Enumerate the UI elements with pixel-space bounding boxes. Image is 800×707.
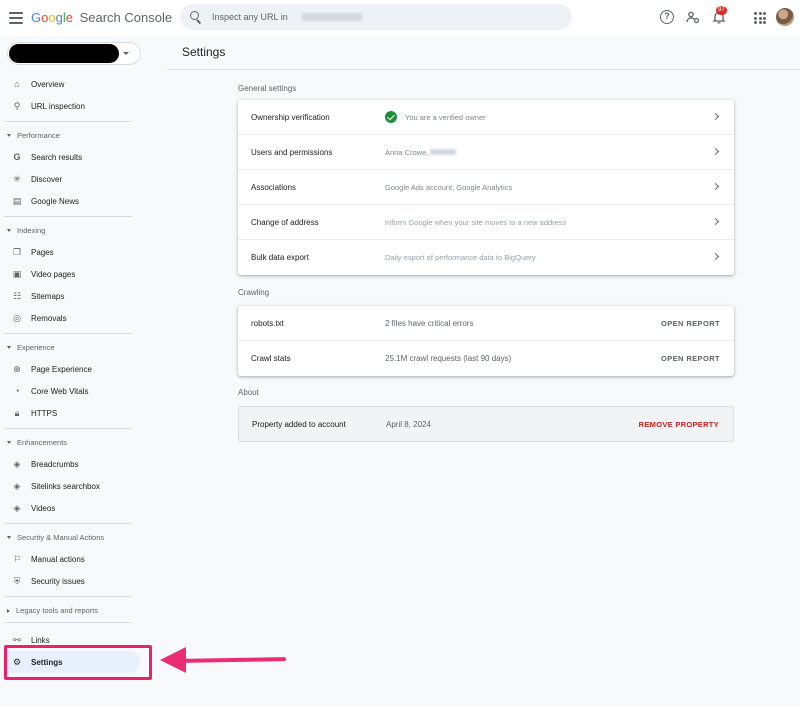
search-input[interactable] [212, 12, 302, 22]
sidebar-item-search-results[interactable]: G Search results [4, 146, 140, 168]
divider [4, 121, 132, 122]
divider [4, 428, 132, 429]
settings-row-change-of-address[interactable]: Change of address Inform Google when you… [238, 205, 734, 240]
divider [4, 216, 132, 217]
sidebar-item-https[interactable]: 🔒︎ HTTPS [4, 402, 140, 424]
sidebar-item-videos[interactable]: ◈ Videos [4, 497, 140, 519]
verified-check-icon [385, 111, 397, 123]
google-wordmark: Google [31, 10, 73, 25]
google-g-icon: G [13, 152, 21, 162]
sidebar-item-overview[interactable]: ⌂ Overview [4, 73, 140, 95]
eye-off-icon: ◎ [13, 313, 21, 323]
plus-circle-icon: ⊕ [13, 364, 21, 374]
section-security-manual-actions[interactable]: Security & Manual Actions [7, 533, 104, 542]
property-selector[interactable] [7, 42, 141, 65]
top-app-bar: Google Search Console ? 97 [0, 0, 800, 36]
section-performance[interactable]: Performance [7, 131, 60, 140]
divider [167, 69, 800, 70]
manage-users-icon[interactable] [686, 10, 700, 24]
search-icon [190, 11, 202, 23]
open-report-button[interactable]: OPEN REPORT [661, 354, 720, 363]
blurred-user-name [430, 149, 457, 155]
chevron-right-icon [711, 147, 720, 156]
blurred-domain [302, 13, 362, 21]
settings-row-bulk-data-export[interactable]: Bulk data export Daily export of perform… [238, 240, 734, 275]
settings-row-users-permissions[interactable]: Users and permissions Anna Crowe, [238, 135, 734, 170]
search-icon: ⚲ [13, 101, 21, 111]
product-name: Search Console [79, 10, 173, 25]
shield-icon: ⛨ [13, 576, 21, 586]
crawling-label: Crawling [238, 288, 270, 297]
asterisk-icon: ✳ [13, 174, 21, 184]
remove-property-button[interactable]: REMOVE PROPERTY [639, 420, 719, 429]
sidebar-item-removals[interactable]: ◎ Removals [4, 307, 140, 329]
sidebar-item-pages[interactable]: ❐ Pages [4, 241, 140, 263]
section-experience[interactable]: Experience [7, 343, 55, 352]
general-settings-label: General settings [238, 84, 297, 93]
chevron-down-icon [123, 52, 129, 55]
layers-icon: ◈ [13, 503, 21, 513]
notification-badge: 97 [716, 6, 727, 15]
gauge-icon: ◔ [14, 386, 20, 396]
sidebar-item-breadcrumbs[interactable]: ◈ Breadcrumbs [4, 453, 140, 475]
sidebar-item-security-issues[interactable]: ⛨ Security issues [4, 570, 140, 592]
open-report-button[interactable]: OPEN REPORT [661, 319, 720, 328]
sidebar-item-manual-actions[interactable]: ⚐ Manual actions [4, 548, 140, 570]
annotation-highlight-box [4, 645, 152, 680]
sidebar-item-sitelinks-searchbox[interactable]: ◈ Sitelinks searchbox [4, 475, 140, 497]
divider [4, 596, 132, 597]
sidebar-item-discover[interactable]: ✳ Discover [4, 168, 140, 190]
settings-row-crawl-stats: Crawl stats 25.1M crawl requests (last 9… [251, 354, 720, 363]
crawling-card: robots.txt 2 files have critical errors … [238, 306, 734, 376]
flag-icon: ⚐ [12, 554, 22, 564]
chevron-right-icon [711, 182, 720, 191]
video-page-icon: ▣ [12, 269, 22, 279]
section-indexing[interactable]: Indexing [7, 226, 45, 235]
sidebar-item-url-inspection[interactable]: ⚲ URL inspection [4, 95, 140, 117]
sidebar-item-page-experience[interactable]: ⊕ Page Experience [4, 358, 140, 380]
sitemap-icon: ☷ [12, 291, 22, 301]
chevron-right-icon [711, 112, 720, 121]
redacted-property-name [9, 44, 119, 63]
sidebar-item-sitemaps[interactable]: ☷ Sitemaps [4, 285, 140, 307]
help-icon[interactable]: ? [660, 10, 674, 24]
sidebar-item-google-news[interactable]: ▤ Google News [4, 190, 140, 212]
main-content: Settings General settings Ownership veri… [145, 36, 800, 707]
lock-icon: 🔒︎ [14, 408, 20, 418]
page-title: Settings [182, 45, 226, 59]
sidebar-item-core-web-vitals[interactable]: ◔ Core Web Vitals [4, 380, 140, 402]
settings-row-associations[interactable]: Associations Google Ads account, Google … [238, 170, 734, 205]
settings-row-robots-txt: robots.txt 2 files have critical errors … [238, 306, 734, 341]
pages-icon: ❐ [12, 247, 22, 257]
divider [4, 333, 132, 334]
sidebar-item-video-pages[interactable]: ▣ Video pages [4, 263, 140, 285]
layers-icon: ◈ [13, 459, 21, 469]
section-legacy-tools[interactable]: Legacy tools and reports [7, 606, 98, 615]
apps-grid-icon[interactable] [752, 10, 766, 24]
menu-icon[interactable] [8, 10, 24, 26]
about-label: About [238, 388, 259, 397]
section-enhancements[interactable]: Enhancements [7, 438, 67, 447]
divider [4, 622, 132, 623]
layers-icon: ◈ [13, 481, 21, 491]
url-inspection-search[interactable] [180, 4, 572, 30]
avatar[interactable] [776, 8, 794, 26]
product-logo[interactable]: Google Search Console [31, 10, 172, 25]
news-icon: ▤ [12, 196, 22, 206]
chevron-right-icon [711, 217, 720, 226]
home-icon: ⌂ [14, 79, 20, 89]
chevron-right-icon [711, 252, 720, 261]
sidebar: ⌂ Overview ⚲ URL inspection Performance GS… [0, 36, 145, 707]
general-settings-card: Ownership verification You are a verifie… [238, 100, 734, 275]
settings-row-ownership[interactable]: Ownership verification You are a verifie… [238, 100, 734, 135]
about-card: Property added to account April 8, 2024 … [238, 406, 734, 442]
divider [4, 523, 132, 524]
